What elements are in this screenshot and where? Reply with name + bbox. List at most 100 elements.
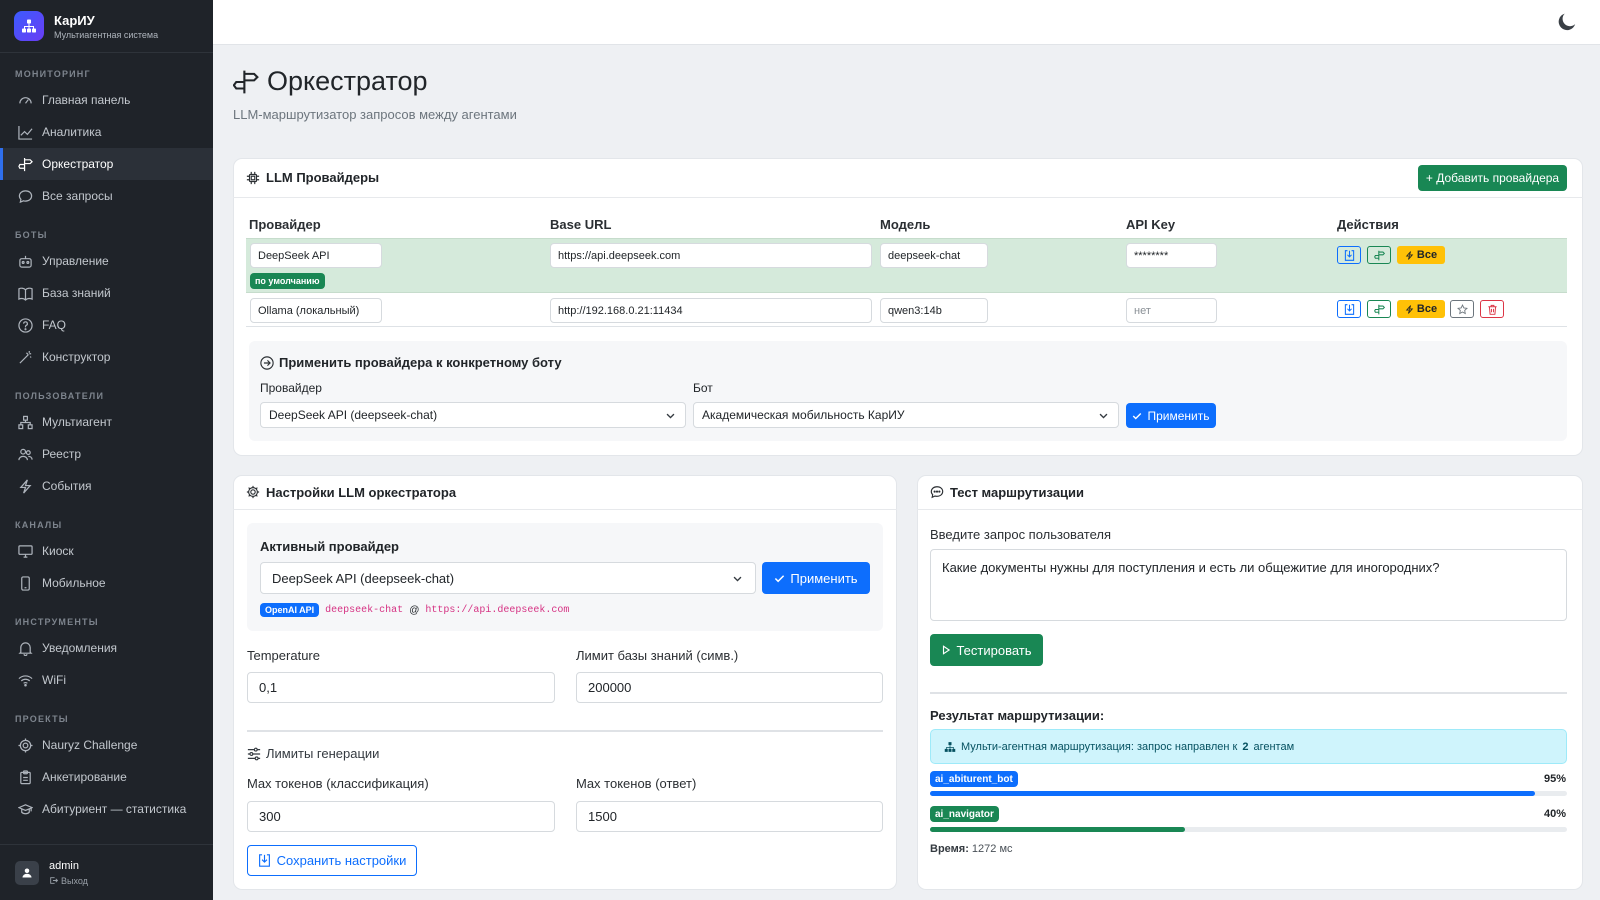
sidebar-item-label: Nauryz Challenge (42, 738, 138, 752)
chart-line-icon (18, 125, 33, 140)
provider-key-input[interactable]: ******** (1126, 243, 1217, 268)
api-type-badge: OpenAI API (260, 603, 320, 617)
kb-limit-input[interactable]: 200000 (576, 672, 883, 703)
agent-progress-track (930, 827, 1567, 832)
sidebar-item[interactable]: Мобильное (0, 567, 213, 599)
max-cls-label: Max токенов (классификация) (247, 776, 429, 791)
gen-limits-title: Лимиты генерации (266, 746, 380, 761)
sidebar-item[interactable]: WiFi (0, 664, 213, 696)
sidebar-item[interactable]: Главная панель (0, 84, 213, 116)
phone-icon (18, 575, 33, 591)
provider-name-input[interactable]: DeepSeek API (250, 243, 382, 268)
signpost-icon (233, 70, 259, 93)
sidebar-item-label: Оркестратор (42, 157, 114, 171)
query-textarea[interactable]: Какие документы нужны для поступления и … (930, 549, 1567, 621)
routing-divider (930, 692, 1567, 694)
max-cls-input[interactable]: 300 (247, 801, 555, 832)
sidebar-item[interactable]: Абитуриент — статистика (0, 793, 213, 825)
sidebar-item[interactable]: Конструктор (0, 341, 213, 373)
provider-model-input[interactable]: deepseek-chat (880, 243, 988, 268)
wifi-icon (18, 673, 33, 688)
sidebar-item[interactable]: Киоск (0, 535, 213, 567)
signpost-icon (1373, 250, 1385, 260)
active-provider-apply-button[interactable]: Применить (762, 562, 870, 594)
sidebar-item[interactable]: Уведомления (0, 632, 213, 664)
provider-name-input[interactable]: Ollama (локальный) (250, 298, 382, 323)
sidebar-section-title: КАНАЛЫ (15, 520, 63, 530)
chat-dots-icon (930, 486, 944, 499)
agent-percent: 40% (1543, 808, 1566, 820)
active-provider-label: Активный провайдер (260, 539, 400, 554)
apply-to-bot-header: Применить провайдера к конкретному боту (260, 355, 562, 370)
default-badge: по умолчанию (250, 273, 325, 289)
set-default-button[interactable] (1450, 300, 1474, 318)
provider-url-input[interactable]: https://api.deepseek.com (550, 243, 872, 268)
save-icon (1344, 249, 1354, 261)
save-settings-button[interactable]: Сохранить настройки (247, 845, 417, 876)
provider-model-input[interactable]: qwen3:14b (880, 298, 988, 323)
theme-toggle-moon-icon[interactable] (1558, 13, 1576, 31)
routing-time: Время: 1272 мс (930, 843, 1013, 855)
apply-bot-label: Бот (693, 381, 713, 395)
sidebar-item[interactable]: FAQ (0, 309, 213, 341)
agent-badge: ai_abiturent_bot (930, 771, 1018, 787)
sidebar-item[interactable]: Оркестратор (0, 148, 213, 180)
cpu-icon (246, 171, 260, 184)
apply-bot-value: Академическая мобильность КарИУ (702, 408, 905, 422)
time-value: 1272 мс (971, 843, 1013, 855)
save-icon (258, 854, 270, 867)
max-ans-input[interactable]: 1500 (576, 801, 883, 832)
sidebar-item[interactable]: Управление (0, 245, 213, 277)
arrow-right-circle-icon (260, 355, 274, 370)
sidebar-item-label: База знаний (42, 286, 111, 300)
col-model: Модель (880, 217, 931, 232)
apply-provider-label: Провайдер (260, 381, 322, 395)
save-provider-button[interactable] (1337, 246, 1361, 264)
add-provider-label: + Добавить провайдера (1425, 171, 1560, 185)
set-orchestrator-button[interactable] (1367, 246, 1391, 264)
agent-progress-track (930, 791, 1567, 796)
logout-link[interactable]: Выход (49, 876, 88, 886)
test-routing-button[interactable]: Тестировать (930, 634, 1043, 666)
save-provider-button[interactable] (1337, 300, 1361, 318)
question-circle-icon (18, 317, 33, 333)
brand[interactable]: КарИУ Мультиагентная система (0, 0, 213, 53)
apply-provider-select[interactable]: DeepSeek API (deepseek-chat) (260, 402, 686, 428)
active-url-code: https://api.deepseek.com (425, 604, 570, 616)
routing-card-header: Тест маршрутизации (917, 475, 1583, 510)
provider-key-input[interactable]: нет (1126, 298, 1217, 323)
sidebar-item[interactable]: Все запросы (0, 180, 213, 212)
trash-icon (1487, 304, 1497, 315)
agent-badge: ai_navigator (930, 806, 999, 822)
sidebar-item[interactable]: Анкетирование (0, 761, 213, 793)
sidebar-item[interactable]: Аналитика (0, 116, 213, 148)
apply-provider-value: DeepSeek API (deepseek-chat) (269, 408, 438, 422)
col-base-url: Base URL (550, 217, 612, 232)
graduation-icon (18, 802, 33, 817)
apply-all-button[interactable]: Все (1397, 300, 1445, 318)
add-provider-button[interactable]: + Добавить провайдера (1418, 165, 1567, 191)
sidebar-item[interactable]: Мультиагент (0, 406, 213, 438)
active-provider-select[interactable]: DeepSeek API (deepseek-chat) (260, 562, 756, 594)
agent-progress-fill (930, 827, 1185, 832)
sidebar-item[interactable]: Реестр (0, 438, 213, 470)
apply-all-button[interactable]: Все (1397, 246, 1445, 264)
people-icon (18, 447, 33, 462)
temperature-input[interactable]: 0,1 (247, 672, 555, 703)
delete-provider-button[interactable] (1480, 300, 1504, 318)
apply-to-bot-label: Применить (1147, 408, 1210, 423)
check-icon (1133, 412, 1142, 419)
apply-bot-select[interactable]: Академическая мобильность КарИУ (693, 402, 1119, 428)
sidebar-item[interactable]: События (0, 470, 213, 502)
chevron-down-icon (1099, 413, 1108, 419)
sidebar-item[interactable]: База знаний (0, 277, 213, 309)
set-orchestrator-button[interactable] (1367, 300, 1391, 318)
save-settings-label: Сохранить настройки (276, 853, 407, 868)
apply-to-bot-button[interactable]: Применить (1126, 403, 1216, 428)
temperature-label: Temperature (247, 648, 320, 663)
active-provider-apply-label: Применить (790, 570, 858, 586)
sidebar-item[interactable]: Nauryz Challenge (0, 729, 213, 761)
brand-title: КарИУ (54, 12, 95, 28)
active-model-code: deepseek-chat (325, 604, 404, 616)
provider-url-input[interactable]: http://192.168.0.21:11434 (550, 298, 872, 323)
